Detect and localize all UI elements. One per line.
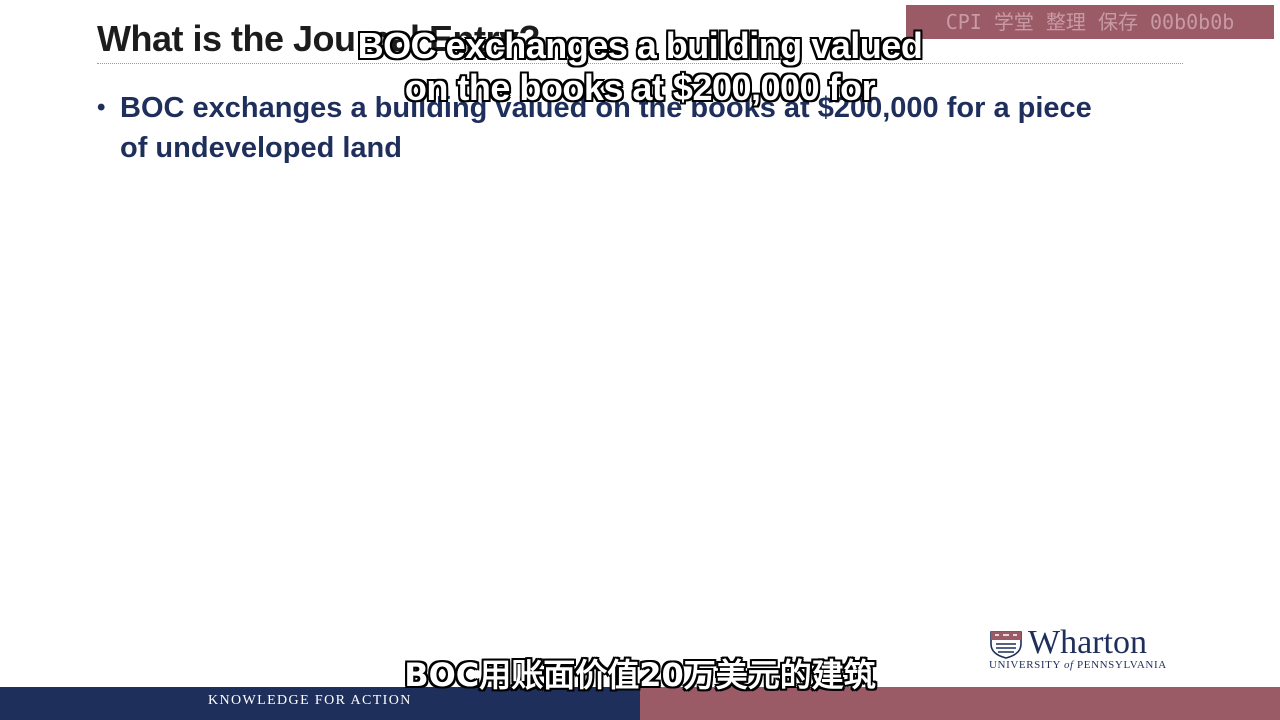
subtitle-chinese: BOC用账面价值20万美元的建筑: [404, 656, 876, 694]
footer-tagline: KNOWLEDGE FOR ACTION: [208, 693, 412, 708]
subtitle-english-line-2: on the books at $200,000 for: [404, 67, 876, 108]
subtitle-english-line-1: BOC exchanges a building valued: [357, 25, 923, 66]
